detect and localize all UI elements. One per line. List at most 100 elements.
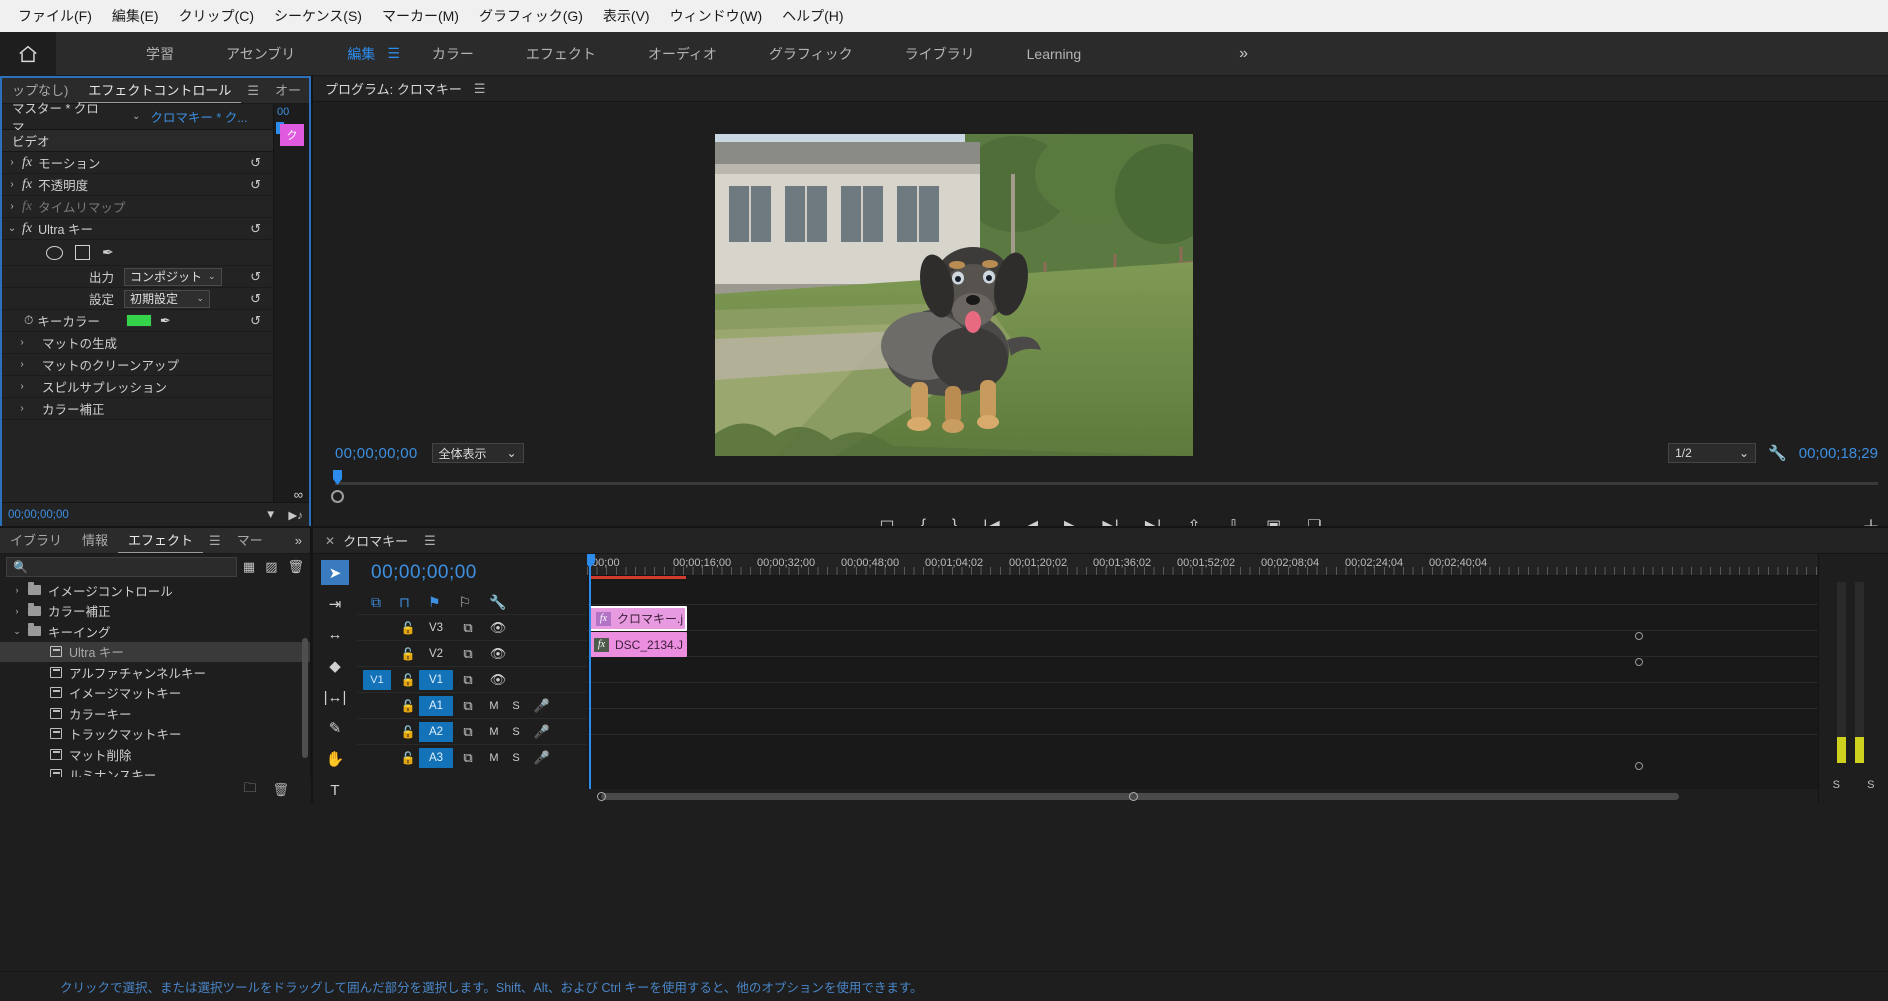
menu-item-4[interactable]: マーカー(M) [372,2,469,30]
source-patch-empty[interactable] [363,722,391,742]
solo-button[interactable]: S [505,726,527,738]
effects-tree-item-0[interactable]: › イメージコントロール [0,580,310,601]
workspace-tab-5[interactable]: オーディオ [622,32,743,76]
lock-icon[interactable]: 🔓 [397,751,419,765]
effect-row-3[interactable]: ⌄ fx Ultra キー ↺ [2,218,309,240]
new-bin-icon[interactable]: 🗀 [243,779,256,801]
menu-item-8[interactable]: ヘルプ(H) [772,2,853,30]
sync-lock-icon[interactable]: ⧉ [453,620,483,636]
effects-tab-0[interactable]: イブラリ [0,528,72,553]
ec-link-icon[interactable]: ∞ [294,487,303,502]
effect-row-2[interactable]: › fx タイムリマップ [2,196,309,218]
hand-tool[interactable]: ✋ [321,747,349,772]
effects-tree-item-6[interactable]: カラーキー [0,703,310,724]
timeline-clip-0[interactable]: fx クロマキー.j [589,606,687,631]
program-monitor-video[interactable] [715,134,1193,456]
effect-row-1[interactable]: › fx 不透明度 ↺ [2,174,309,196]
track-select-forward-tool[interactable]: ⇥ [321,591,349,616]
reset-icon[interactable]: ↺ [250,177,261,193]
track-header-A2[interactable]: 🔓 A2 ⧉ M S 🎤 [357,718,587,744]
reset-icon[interactable]: ↺ [250,291,261,307]
video-section-header[interactable]: ビデオ ▲ [2,130,309,152]
source-patch-empty[interactable] [363,618,391,638]
mic-icon[interactable]: 🎤 [527,750,557,766]
disclosure-triangle-icon[interactable]: › [6,606,28,616]
mute-button[interactable]: M [483,726,505,738]
effects-panel-menu-icon[interactable]: ☰ [203,533,227,549]
rectangle-mask-icon[interactable] [75,245,90,260]
sync-lock-icon[interactable]: ⧉ [453,698,483,714]
slip-tool[interactable]: |↔| [321,685,349,710]
effects-tree-item-7[interactable]: トラックマットキー [0,724,310,745]
timeline-timecode[interactable]: 00;00;00;00 [371,562,587,584]
ripple-edit-tool[interactable]: ↔ [321,622,349,647]
effect-controls-mini-timeline[interactable]: 00 ク [273,104,309,502]
search-input[interactable]: 🔍 [6,557,237,577]
program-monitor-scrubber[interactable] [313,470,1888,503]
menu-item-5[interactable]: グラフィック(G) [469,2,593,30]
param-select[interactable]: 初期設定 ⌄ [124,289,210,308]
workspace-tab-0[interactable]: 学習 [120,32,200,76]
sync-lock-icon[interactable]: ⧉ [453,646,483,662]
selection-tool[interactable]: ➤ [321,560,349,586]
ellipse-mask-icon[interactable] [46,245,63,260]
timeline-hscroll[interactable] [587,789,1818,803]
play-audio-icon[interactable]: ▶♪ [288,508,303,522]
reset-icon[interactable]: ↺ [250,221,261,237]
effects-overflow-icon[interactable]: » [287,533,310,548]
zoom-handle-right[interactable] [1129,792,1138,801]
effects-tree-item-8[interactable]: マット削除 [0,744,310,765]
solo-button[interactable]: S [505,700,527,712]
trash-icon[interactable]: 🗑 [287,559,304,575]
reset-icon[interactable]: ↺ [250,155,261,171]
track-name-A2[interactable]: A2 [419,721,453,742]
track-name-V1[interactable]: V1 [419,669,453,690]
effects-tree[interactable]: › イメージコントロール › カラー補正 ⌄ キーイング Ultra キー アルファチャンネル… [0,580,310,794]
disclosure-triangle-icon[interactable]: ⌄ [6,626,28,637]
source-patch-empty[interactable] [363,644,391,664]
panel-divider-horizontal[interactable] [0,526,1888,528]
effect-controls-panel-menu-icon[interactable]: ☰ [241,83,265,99]
lock-icon[interactable]: 🔓 [397,673,419,687]
nest-icon[interactable]: ⧉ [371,594,381,611]
mute-button[interactable]: M [483,752,505,764]
ultra-key-group-3[interactable]: › カラー補正 [2,398,309,420]
meter-solo-1[interactable]: S [1867,779,1874,791]
lock-icon[interactable]: 🔓 [397,725,419,739]
timeline-row-V3[interactable] [587,579,1818,605]
timeline-tab-label[interactable]: クロマキー [343,531,408,550]
settings-wrench-icon[interactable]: 🔧 [1768,444,1787,462]
program-monitor-timecode[interactable]: 00;00;00;00 [335,445,418,462]
param-select[interactable]: コンポジット ⌄ [124,267,222,286]
workspace-tab-4[interactable]: エフェクト [500,32,622,76]
source-patch-V1[interactable]: V1 [363,669,391,690]
effects-tab-1[interactable]: 情報 [72,528,118,553]
effects-tab-2[interactable]: エフェクト [118,528,204,553]
workspace-tab-1[interactable]: アセンブリ [200,32,321,76]
track-name-A3[interactable]: A3 [419,747,453,768]
lock-icon[interactable]: 🔓 [397,647,419,661]
mic-icon[interactable]: 🎤 [527,724,557,740]
disclosure-triangle-icon[interactable]: › [2,337,42,348]
timeline-row-V2[interactable] [587,605,1818,631]
workspace-tab-6[interactable]: グラフィック [743,32,879,76]
timeline-row-A3[interactable] [587,709,1818,735]
program-monitor-title[interactable]: プログラム: クロマキー [325,79,462,98]
timeline-scrollbar-thumb[interactable] [601,793,1679,800]
effects-tree-item-5[interactable]: イメージマットキー [0,683,310,704]
track-name-V2[interactable]: V2 [419,644,453,664]
solo-button[interactable]: S [505,752,527,764]
zoom-select[interactable]: 1/2 ⌄ [1668,443,1757,463]
panel-divider-vertical[interactable] [311,76,313,803]
disclosure-triangle-icon[interactable]: › [2,381,42,392]
sync-lock-icon[interactable]: ⧉ [453,750,483,766]
filter-icon[interactable]: ▼ [265,509,276,521]
timeline-clip-1[interactable]: fx DSC_2134.J [589,632,687,657]
disclosure-triangle-icon[interactable]: › [2,157,22,168]
menu-item-3[interactable]: シーケンス(S) [264,2,372,30]
effects-tree-item-3[interactable]: Ultra キー [0,641,310,662]
panel-menu-icon[interactable]: ☰ [424,533,436,549]
pen-mask-icon[interactable]: ✒ [102,244,114,261]
eye-icon[interactable]: 👁 [483,646,513,662]
timeline-settings-icon[interactable]: 🔧 [489,594,506,611]
